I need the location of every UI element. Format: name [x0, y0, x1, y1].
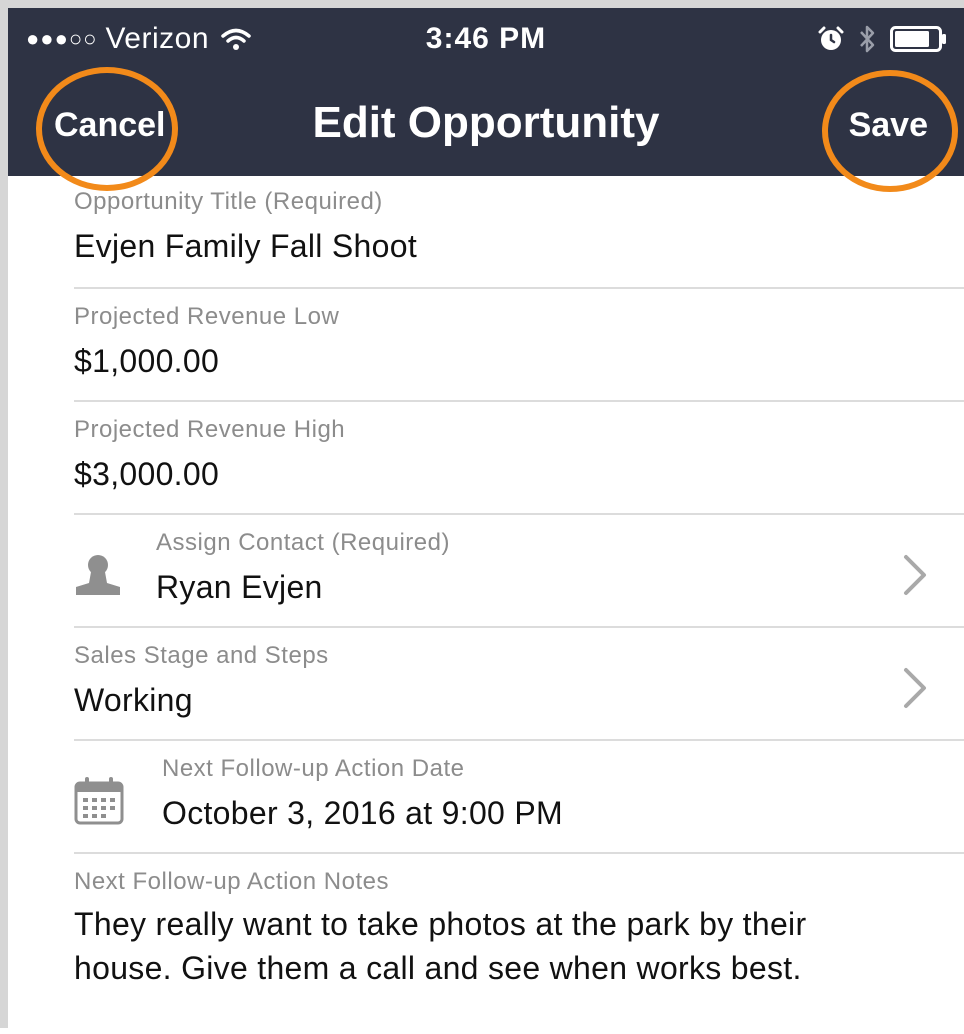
battery-icon [890, 26, 946, 52]
revenue-low-field[interactable]: Projected Revenue Low $1,000.00 [74, 289, 964, 402]
chevron-right-icon [904, 555, 926, 595]
follow-up-date-label: Next Follow-up Action Date [162, 755, 465, 782]
navigation-bar: Cancel Edit Opportunity Save [8, 72, 964, 176]
sales-stage-value: Working [74, 682, 193, 718]
assign-contact-value: Ryan Evjen [156, 569, 323, 605]
calendar-icon [74, 777, 124, 825]
chevron-right-icon [904, 668, 926, 708]
revenue-low-label: Projected Revenue Low [74, 303, 340, 330]
screenshot-border-top [0, 0, 964, 8]
assign-contact-row[interactable]: Assign Contact (Required) Ryan Evjen [74, 515, 964, 628]
status-bar: ●●●○○ Verizon 3:46 PM [8, 8, 964, 72]
sales-stage-label: Sales Stage and Steps [74, 642, 329, 669]
app-header: ●●●○○ Verizon 3:46 PM Cancel Edit Opport… [8, 8, 964, 176]
follow-up-notes-value[interactable]: They really want to take photos at the p… [74, 902, 904, 990]
opportunity-title-field[interactable]: Opportunity Title (Required) Evjen Famil… [74, 176, 964, 289]
revenue-high-value[interactable]: $3,000.00 [74, 456, 219, 493]
alarm-clock-icon [818, 26, 844, 50]
sales-stage-row[interactable]: Sales Stage and Steps Working [74, 628, 964, 741]
revenue-low-value[interactable]: $1,000.00 [74, 343, 219, 380]
screenshot-border-left [0, 0, 8, 1028]
follow-up-date-value[interactable]: October 3, 2016 at 9:00 PM [162, 795, 563, 832]
opportunity-title-value[interactable]: Evjen Family Fall Shoot [74, 228, 417, 265]
opportunity-title-label: Opportunity Title (Required) [74, 188, 383, 215]
assign-contact-label: Assign Contact (Required) [156, 529, 450, 556]
revenue-high-label: Projected Revenue High [74, 416, 346, 443]
follow-up-date-row[interactable]: Next Follow-up Action Date October 3, 20… [74, 741, 964, 854]
revenue-high-field[interactable]: Projected Revenue High $3,000.00 [74, 402, 964, 515]
follow-up-notes-label: Next Follow-up Action Notes [74, 868, 389, 895]
person-icon [76, 555, 120, 595]
page-title: Edit Opportunity [312, 98, 660, 147]
follow-up-notes-field[interactable]: Next Follow-up Action Notes They really … [74, 854, 964, 1034]
status-indicators [818, 24, 948, 54]
edit-opportunity-form: Opportunity Title (Required) Evjen Famil… [8, 176, 964, 1034]
save-button[interactable]: Save [849, 106, 928, 145]
bluetooth-icon [860, 25, 875, 53]
